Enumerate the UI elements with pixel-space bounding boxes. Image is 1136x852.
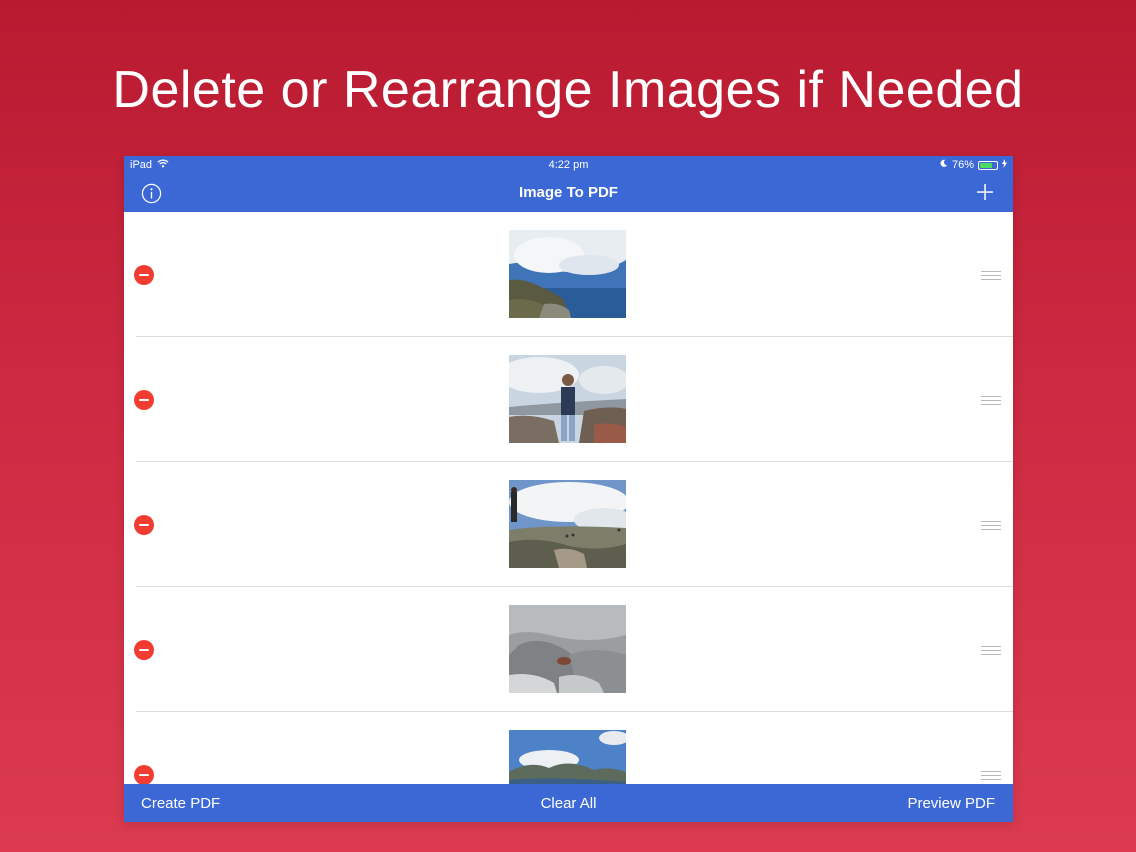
list-item (124, 587, 1013, 712)
minus-circle-icon (139, 649, 149, 651)
ipad-screen: iPad 4:22 pm 76% Image To PDF Create PDF… (124, 156, 1013, 822)
minus-circle-icon (139, 399, 149, 401)
reorder-handle-icon[interactable] (981, 771, 1001, 780)
image-thumbnail[interactable] (509, 355, 626, 443)
reorder-handle-icon[interactable] (981, 646, 1001, 655)
list-item (124, 712, 1013, 784)
delete-button[interactable] (134, 765, 154, 784)
image-thumbnail[interactable] (509, 480, 626, 568)
status-bar: iPad 4:22 pm 76% (124, 156, 1013, 174)
image-thumbnail[interactable] (509, 730, 626, 784)
battery-level (980, 162, 993, 168)
status-time: 4:22 pm (548, 159, 589, 171)
image-list (124, 212, 1013, 784)
list-item (124, 212, 1013, 337)
reorder-handle-icon[interactable] (981, 521, 1001, 530)
nav-title: Image To PDF (519, 184, 618, 201)
clear-all-button[interactable]: Clear All (124, 795, 1013, 812)
reorder-handle-icon[interactable] (981, 271, 1001, 280)
reorder-handle-icon[interactable] (981, 396, 1001, 405)
charging-icon (1002, 159, 1007, 171)
battery-icon (978, 160, 998, 170)
moon-icon (939, 159, 948, 171)
delete-button[interactable] (134, 640, 154, 660)
delete-button[interactable] (134, 265, 154, 285)
battery-percent: 76% (951, 159, 974, 171)
preview-pdf-button[interactable]: Preview PDF (907, 795, 995, 812)
bottom-toolbar: Create PDF Clear All Preview PDF (124, 784, 1013, 822)
add-image-button[interactable] (973, 180, 997, 204)
minus-circle-icon (139, 524, 149, 526)
delete-button[interactable] (134, 515, 154, 535)
navigation-bar: Image To PDF (124, 174, 1013, 212)
page-headline: Delete or Rearrange Images if Needed (112, 61, 1024, 119)
minus-circle-icon (139, 274, 149, 276)
list-item (124, 337, 1013, 462)
minus-circle-icon (139, 774, 149, 776)
image-thumbnail[interactable] (509, 230, 626, 318)
list-item (124, 462, 1013, 587)
status-right: 76% (939, 159, 1007, 171)
plus-icon (977, 184, 993, 200)
delete-button[interactable] (134, 390, 154, 410)
image-thumbnail[interactable] (509, 605, 626, 693)
